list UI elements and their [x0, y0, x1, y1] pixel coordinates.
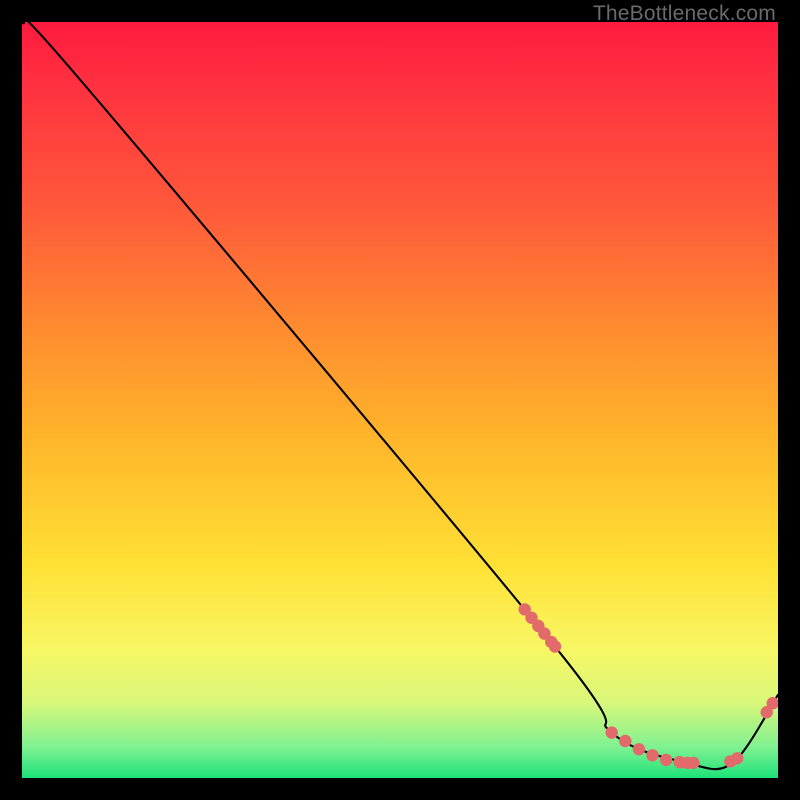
marker-floor-cluster: [687, 757, 699, 769]
marker-floor-cluster: [660, 754, 672, 766]
data-markers: [519, 603, 779, 769]
marker-floor-cluster: [619, 735, 631, 747]
marker-right-pair: [731, 752, 743, 764]
chart-overlay: [22, 22, 778, 778]
bottleneck-curve: [22, 22, 778, 769]
plot-area: [22, 22, 778, 778]
marker-floor-cluster: [646, 749, 658, 761]
marker-floor-cluster: [606, 726, 618, 738]
chart-stage: TheBottleneck.com: [0, 0, 800, 800]
marker-floor-cluster: [633, 743, 645, 755]
marker-left-cluster: [549, 640, 561, 652]
